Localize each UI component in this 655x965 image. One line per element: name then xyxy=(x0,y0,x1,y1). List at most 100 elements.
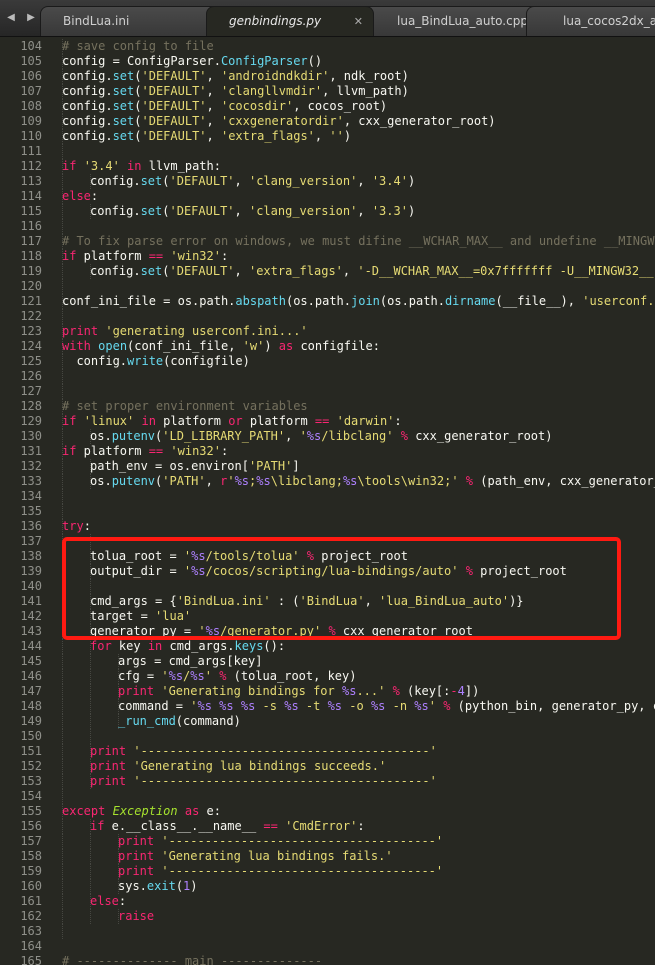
tab-lua-cocos2dx-auto[interactable]: lua_cocos2dx_auto xyxy=(526,6,655,36)
code-line[interactable]: 124 with open(conf_ini_file, 'w') as conf… xyxy=(0,339,655,354)
code-line[interactable]: 121 conf_ini_file = os.path.abspath(os.pa… xyxy=(0,294,655,309)
code-line[interactable]: 120 xyxy=(0,279,655,294)
code-line[interactable]: 108 config.set('DEFAULT', 'cocosdir', coc… xyxy=(0,99,655,114)
code-token: set xyxy=(112,99,135,113)
line-number: 157 xyxy=(20,834,42,848)
code-token: == xyxy=(148,444,164,458)
code-line[interactable]: 129 if 'linux' in platform or platform ==… xyxy=(0,414,655,429)
code-line[interactable]: 159 print '------------------------------… xyxy=(0,864,655,879)
code-text: print '---------------------------------… xyxy=(90,774,437,789)
tab-genbindings-py[interactable]: genbindings.py ✕ xyxy=(206,6,374,36)
code-line[interactable]: 149 _run_cmd(command) xyxy=(0,714,655,729)
code-line[interactable]: 111 xyxy=(0,144,655,159)
code-line[interactable]: 156 if e.__class__.__name__ == 'CmdError'… xyxy=(0,819,655,834)
code-line[interactable]: 145 args = cmd_args[key] xyxy=(0,654,655,669)
code-token: 'Generating lua bindings succeeds.' xyxy=(133,759,387,773)
code-line[interactable]: 131 if platform == 'win32': xyxy=(0,444,655,459)
code-line[interactable]: 163 xyxy=(0,924,655,939)
tab-forward-icon[interactable]: ▶ xyxy=(22,11,40,25)
code-line[interactable]: 158 print 'Generating lua bindings fails.… xyxy=(0,849,655,864)
code-line[interactable]: 151 print '------------------------------… xyxy=(0,744,655,759)
code-line[interactable]: 144 for key in cmd_args.keys(): xyxy=(0,639,655,654)
code-text: # set proper environment variables xyxy=(62,399,308,414)
indent-guide xyxy=(90,669,91,684)
code-token: ' xyxy=(299,429,307,443)
code-line[interactable]: 114 else: xyxy=(0,189,655,204)
code-line[interactable]: 134 xyxy=(0,489,655,504)
tab-lua-bindlua-auto-cpp[interactable]: lua_BindLua_auto.cpp xyxy=(354,6,548,36)
code-line[interactable]: 133 os.putenv('PATH', r'%s;%s\libclang;%s… xyxy=(0,474,655,489)
code-token: ( xyxy=(134,84,142,98)
code-text: cfg = '%s/%s' % (tolua_root, key) xyxy=(118,669,356,684)
code-line[interactable]: 150 xyxy=(0,729,655,744)
code-line[interactable]: 106 config.set('DEFAULT', 'androidndkdir'… xyxy=(0,69,655,84)
code-line[interactable]: 113 config.set('DEFAULT', 'clang_version'… xyxy=(0,174,655,189)
code-line[interactable]: 148 command = '%s %s %s -s %s -t %s -o %s… xyxy=(0,699,655,714)
close-tab-icon[interactable]: ✕ xyxy=(354,7,363,36)
tab-bindlua-ini[interactable]: BindLua.ini xyxy=(40,6,230,36)
code-line[interactable]: 147 print 'Generating bindings for %s...'… xyxy=(0,684,655,699)
code-text: except Exception as e: xyxy=(62,804,221,819)
code-line[interactable]: 157 print '------------------------------… xyxy=(0,834,655,849)
tab-back-icon[interactable]: ◀ xyxy=(2,11,20,25)
code-line[interactable]: 109 config.set('DEFAULT', 'cxxgeneratordi… xyxy=(0,114,655,129)
code-line[interactable]: 132 path_env = os.environ['PATH'] xyxy=(0,459,655,474)
tab-label: lua_BindLua_auto.cpp xyxy=(397,14,528,28)
code-token: ' xyxy=(204,669,212,683)
code-line[interactable]: 125 config.write(configfile) xyxy=(0,354,655,369)
code-text: config = ConfigParser.ConfigParser() xyxy=(62,54,322,69)
code-line[interactable]: 127 xyxy=(0,384,655,399)
indent-guide xyxy=(62,654,63,669)
code-line[interactable]: 105 config = ConfigParser.ConfigParser() xyxy=(0,54,655,69)
code-token: == xyxy=(148,249,164,263)
code-line[interactable]: 153 print '------------------------------… xyxy=(0,774,655,789)
code-line[interactable]: 104 # save config to file xyxy=(0,39,655,54)
code-token: , xyxy=(357,174,372,188)
code-token: (configfile) xyxy=(163,354,250,368)
code-line[interactable]: 155 except Exception as e: xyxy=(0,804,655,819)
code-token: else xyxy=(62,189,91,203)
code-line[interactable]: 136 try: xyxy=(0,519,655,534)
code-line[interactable]: 126 xyxy=(0,369,655,384)
code-token: 'userconf.ini' xyxy=(582,294,655,308)
code-editor[interactable]: 104 # save config to file 105 config = Conf… xyxy=(0,37,655,965)
code-line[interactable]: 107 config.set('DEFAULT', 'clangllvmdir',… xyxy=(0,84,655,99)
code-line[interactable]: 130 os.putenv('LD_LIBRARY_PATH', '%s/libc… xyxy=(0,429,655,444)
line-number: 112 xyxy=(20,159,42,173)
code-line[interactable]: 115 config.set('DEFAULT', 'clang_version'… xyxy=(0,204,655,219)
code-line[interactable]: 119 config.set('DEFAULT', 'extra_flags', … xyxy=(0,264,655,279)
code-line[interactable]: 110 config.set('DEFAULT', 'extra_flags', … xyxy=(0,129,655,144)
code-line[interactable]: 112 if '3.4' in llvm_path: xyxy=(0,159,655,174)
line-number: 118 xyxy=(20,249,42,263)
code-token: ConfigParser xyxy=(220,54,308,68)
code-line[interactable]: 118 if platform == 'win32': xyxy=(0,249,655,264)
code-token: command = xyxy=(118,699,191,713)
code-token: (path_env, cxx_generator_root, cxx_gener… xyxy=(480,474,655,488)
code-token: '-D__WCHAR_MAX__=0x7fffffff -U__MINGW32_… xyxy=(357,264,655,278)
line-number: 113 xyxy=(20,174,42,188)
code-line[interactable]: 165 # -------------- main -------------- xyxy=(0,954,655,965)
code-line[interactable]: 122 xyxy=(0,309,655,324)
code-line[interactable]: 123 print 'generating userconf.ini...' xyxy=(0,324,655,339)
code-line[interactable]: 128 # set proper environment variables xyxy=(0,399,655,414)
code-line[interactable]: 116 xyxy=(0,219,655,234)
code-line[interactable]: 154 xyxy=(0,789,655,804)
code-token: %s xyxy=(342,474,358,488)
code-line[interactable]: 161 else: xyxy=(0,894,655,909)
code-line[interactable]: 152 print 'Generating lua bindings succee… xyxy=(0,759,655,774)
code-line[interactable]: 164 xyxy=(0,939,655,954)
code-text: sys.exit(1) xyxy=(118,879,198,894)
line-number: 165 xyxy=(20,954,42,965)
code-line[interactable]: 146 cfg = '%s/%s' % (tolua_root, key) xyxy=(0,669,655,684)
code-token: # set proper environment variables xyxy=(62,399,308,413)
code-text: if platform == 'win32': xyxy=(62,249,228,264)
code-token: : xyxy=(220,444,229,458)
code-line[interactable]: 117 # To fix parse error on windows, we m… xyxy=(0,234,655,249)
code-token: 'clang_version' xyxy=(248,204,358,218)
code-line[interactable]: 160 sys.exit(1) xyxy=(0,879,655,894)
code-line[interactable]: 162 raise xyxy=(0,909,655,924)
code-token: , xyxy=(342,264,358,278)
code-line[interactable]: 135 xyxy=(0,504,655,519)
indent-guide xyxy=(62,789,63,804)
